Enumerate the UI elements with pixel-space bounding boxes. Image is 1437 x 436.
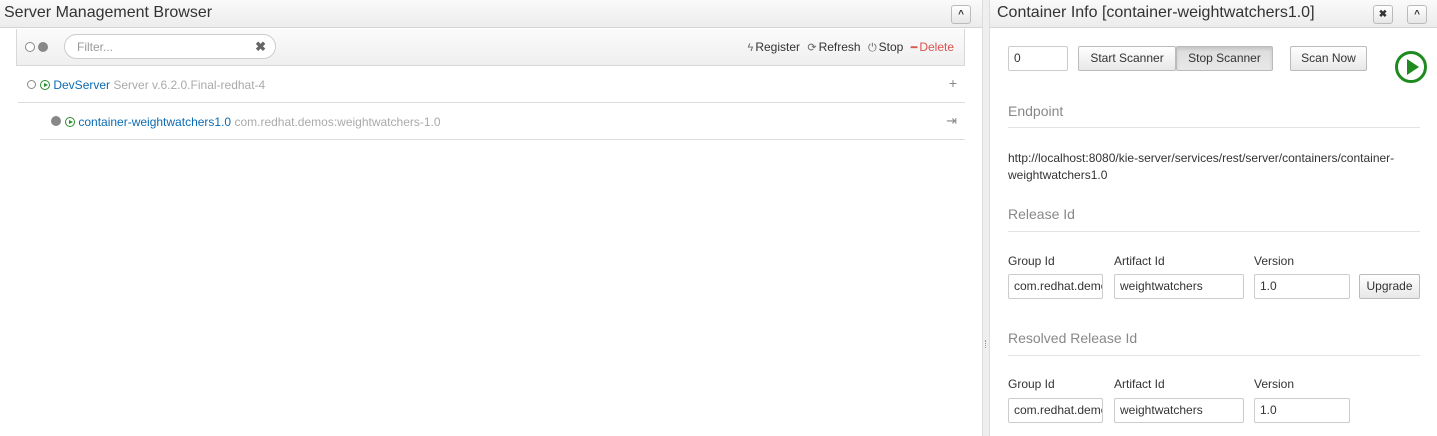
delete-button[interactable]: ━ Delete bbox=[911, 40, 954, 54]
divider bbox=[1008, 127, 1420, 128]
endpoint-url: http://localhost:8080/kie-server/service… bbox=[1008, 151, 1395, 182]
delete-label: Delete bbox=[919, 40, 954, 54]
scan-interval-input[interactable]: 0 bbox=[1008, 46, 1068, 71]
version-input[interactable]: 1.0 bbox=[1254, 274, 1350, 299]
register-label: Register bbox=[755, 40, 801, 54]
endpoint-heading: Endpoint bbox=[1008, 103, 1064, 119]
stop-button[interactable]: ⏻ Stop bbox=[868, 40, 903, 54]
refresh-label: Refresh bbox=[818, 40, 861, 54]
server-checkbox-icon[interactable] bbox=[27, 80, 36, 89]
container-started-icon bbox=[65, 117, 75, 127]
bolt-icon: ϟ bbox=[747, 42, 754, 54]
server-version: Server v.6.2.0.Final-redhat-4 bbox=[113, 78, 266, 92]
resolved-release-id-heading: Resolved Release Id bbox=[1008, 330, 1138, 346]
resolved-version-label: Version bbox=[1254, 377, 1295, 391]
container-status-icon[interactable] bbox=[51, 116, 61, 126]
add-container-icon[interactable]: + bbox=[949, 75, 957, 91]
scan-now-button[interactable]: Scan Now bbox=[1290, 46, 1367, 71]
server-started-icon bbox=[40, 80, 50, 90]
resolved-group-id-input[interactable]: com.redhat.demos bbox=[1008, 398, 1103, 423]
filter-box: ✖ bbox=[64, 34, 276, 59]
filter-input[interactable] bbox=[77, 39, 247, 55]
collapse-button[interactable]: ^ bbox=[951, 5, 971, 24]
server-info: DevServer Server v.6.2.0.Final-redhat-4 bbox=[40, 78, 265, 92]
panel-splitter[interactable] bbox=[982, 0, 990, 436]
container-info-header: Container Info [container-weightwatchers… bbox=[990, 0, 1437, 28]
collapse-right-button[interactable]: ^ bbox=[1407, 5, 1427, 24]
panel-title: Server Management Browser bbox=[4, 4, 213, 21]
release-id-heading: Release Id bbox=[1008, 206, 1075, 222]
minus-icon: ━ bbox=[910, 42, 918, 54]
splitter-grip-icon bbox=[985, 340, 987, 348]
stop-scanner-button[interactable]: Stop Scanner bbox=[1176, 46, 1273, 71]
container-info-title: Container Info [container-weightwatchers… bbox=[997, 4, 1315, 21]
divider bbox=[1008, 231, 1420, 232]
refresh-icon: ⟳ bbox=[807, 42, 817, 54]
divider bbox=[1008, 355, 1420, 356]
clear-filter-icon[interactable]: ✖ bbox=[255, 39, 266, 55]
panel-header: Server Management Browser ^ bbox=[0, 0, 982, 28]
version-label: Version bbox=[1254, 254, 1295, 268]
server-name-link[interactable]: DevServer bbox=[53, 78, 110, 92]
select-all-icon[interactable] bbox=[38, 42, 48, 52]
group-id-input[interactable]: com.redhat.demos bbox=[1008, 274, 1103, 299]
container-row[interactable]: container-weightwatchers1.0 com.redhat.d… bbox=[40, 103, 965, 140]
server-management-panel: Server Management Browser ^ ✖ ϟRegister … bbox=[0, 0, 982, 436]
resolved-version-input[interactable]: 1.0 bbox=[1254, 398, 1350, 423]
container-name-link[interactable]: container-weightwatchers1.0 bbox=[78, 115, 231, 129]
resolved-group-id-label: Group Id bbox=[1008, 377, 1055, 391]
resolved-artifact-id-label: Artifact Id bbox=[1114, 377, 1165, 391]
sign-in-icon[interactable]: ⇥ bbox=[946, 113, 957, 129]
server-row[interactable]: DevServer Server v.6.2.0.Final-redhat-4 … bbox=[18, 66, 965, 103]
stop-label: Stop bbox=[878, 40, 904, 54]
start-scanner-button[interactable]: Start Scanner bbox=[1078, 46, 1176, 71]
container-started-icon-large bbox=[1395, 51, 1427, 83]
group-id-label: Group Id bbox=[1008, 254, 1055, 268]
resolved-artifact-id-input[interactable]: weightwatchers bbox=[1114, 398, 1244, 423]
register-button[interactable]: ϟ Register bbox=[748, 40, 801, 54]
toolbar-actions: ϟ Register ⟳ Refresh ⏻ Stop ━ Delete bbox=[744, 40, 955, 55]
container-gav: com.redhat.demos:weightwatchers-1.0 bbox=[234, 115, 441, 129]
artifact-id-label: Artifact Id bbox=[1114, 254, 1165, 268]
power-icon: ⏻ bbox=[867, 42, 877, 54]
toolbar: ✖ ϟRegister ⟳Refresh ⏻Stop ━Delete bbox=[16, 29, 965, 66]
select-none-icon[interactable] bbox=[25, 42, 35, 52]
upgrade-button[interactable]: Upgrade bbox=[1359, 274, 1420, 299]
container-info: container-weightwatchers1.0 com.redhat.d… bbox=[65, 115, 441, 129]
artifact-id-input[interactable]: weightwatchers bbox=[1114, 274, 1244, 299]
container-info-panel: Container Info [container-weightwatchers… bbox=[990, 0, 1437, 436]
refresh-button[interactable]: ⟳ Refresh bbox=[807, 40, 860, 54]
close-button[interactable]: ✖ bbox=[1373, 5, 1393, 24]
